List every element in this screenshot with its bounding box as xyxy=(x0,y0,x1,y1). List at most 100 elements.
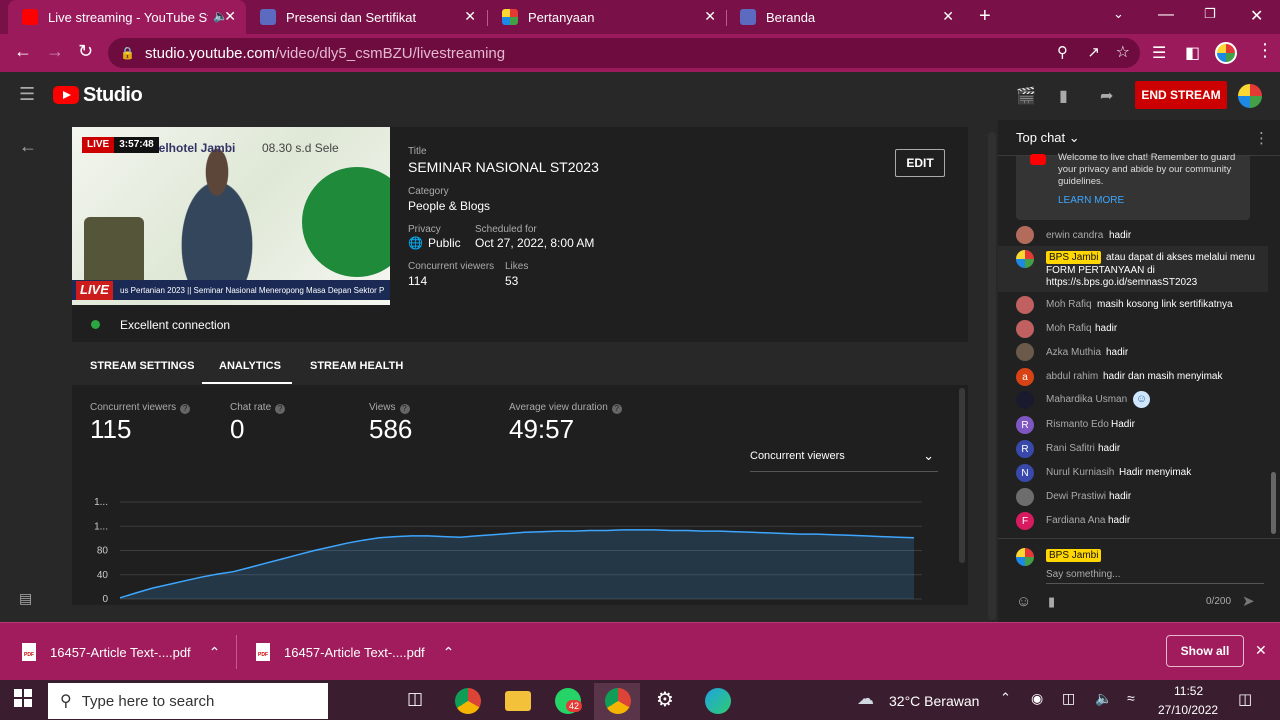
metric-select-dropdown[interactable]: Concurrent viewers ⌄ xyxy=(750,448,938,472)
tray-chevron-icon[interactable]: ⌃ xyxy=(1000,690,1011,706)
tab-stream-health[interactable]: STREAM HEALTH xyxy=(310,360,403,372)
bookmark-icon[interactable]: ▮ xyxy=(1059,86,1068,106)
url-input[interactable]: 🔒 studio.youtube.com/video/dly5_csmBZU/l… xyxy=(108,38,1140,68)
weather-cloud-icon[interactable]: ☁ xyxy=(857,689,874,709)
browser-tab-youtube-studio[interactable]: Live streaming - YouTube St... 🔈 ✕ xyxy=(8,0,246,34)
channel-avatar[interactable] xyxy=(1238,84,1262,108)
send-icon[interactable]: ➤ xyxy=(1242,592,1255,610)
feedback-icon[interactable]: ▤ xyxy=(19,590,32,607)
windows-start-icon[interactable] xyxy=(14,689,32,707)
minimize-icon[interactable]: — xyxy=(1158,6,1174,24)
help-icon[interactable]: ? xyxy=(180,404,191,414)
new-tab-button[interactable]: + xyxy=(979,5,991,28)
page-scrollbar[interactable] xyxy=(988,132,996,620)
edge-icon[interactable] xyxy=(705,688,731,714)
chat-message-input[interactable]: Say something... xyxy=(1046,569,1264,584)
browser-tab-beranda[interactable]: Beranda ✕ xyxy=(726,0,964,34)
avatar[interactable] xyxy=(1016,343,1034,361)
close-tab-icon[interactable]: ✕ xyxy=(224,8,236,25)
tray-record-icon[interactable]: ◉ xyxy=(1031,690,1043,707)
studio-wordmark[interactable]: Studio xyxy=(83,84,143,107)
volume-icon[interactable]: 🔈 xyxy=(1095,690,1112,707)
restore-icon[interactable]: ❐ xyxy=(1204,6,1216,22)
chat-more-icon[interactable]: ⋮ xyxy=(1254,129,1269,147)
chat-author[interactable]: Azka Muthia xyxy=(1046,347,1101,358)
analytics-scrollbar[interactable] xyxy=(959,388,965,563)
media-controls-icon[interactable]: ☰ xyxy=(1152,43,1166,63)
chat-scrollbar[interactable] xyxy=(1271,472,1276,534)
chat-author[interactable]: Nurul Kurniasih xyxy=(1046,467,1114,478)
weather-text[interactable]: 32°C Berawan xyxy=(889,693,979,709)
file-explorer-icon[interactable] xyxy=(505,691,531,711)
chrome-profile-icon[interactable] xyxy=(605,688,631,714)
chat-author[interactable]: Moh Rafiq xyxy=(1046,323,1092,334)
chrome-icon[interactable] xyxy=(455,688,481,714)
avatar[interactable]: N xyxy=(1016,464,1034,482)
video-preview[interactable]: Belhotel Jambi 08.30 s.d Sele xyxy=(72,127,390,305)
chevron-up-icon[interactable]: ⌃ xyxy=(209,644,221,661)
help-icon[interactable]: ? xyxy=(399,404,410,414)
profile-avatar[interactable] xyxy=(1215,42,1237,64)
share-icon[interactable]: ↗ xyxy=(1087,43,1100,61)
poll-icon[interactable]: ▮ xyxy=(1048,594,1055,610)
close-window-icon[interactable]: ✕ xyxy=(1250,6,1263,26)
avatar[interactable]: F xyxy=(1016,512,1034,530)
taskbar-search-input[interactable]: ⚲ Type here to search xyxy=(48,683,328,719)
tab-analytics[interactable]: ANALYTICS xyxy=(219,360,281,372)
chat-author[interactable]: Mahardika Usman xyxy=(1046,394,1127,405)
show-all-button[interactable]: Show all xyxy=(1166,635,1244,667)
bookmark-star-icon[interactable]: ☆ xyxy=(1116,42,1130,62)
avatar[interactable]: a xyxy=(1016,368,1034,386)
avatar[interactable] xyxy=(1016,320,1034,338)
browser-tab-pertanyaan[interactable]: Pertanyaan ✕ xyxy=(488,0,726,34)
wifi-icon[interactable]: ≈ xyxy=(1127,690,1135,706)
download-item[interactable]: PDF 16457-Article Text-....pdf ⌃ xyxy=(256,623,454,681)
settings-gear-icon[interactable]: ⚙ xyxy=(656,687,674,712)
side-panel-icon[interactable]: ◧ xyxy=(1185,43,1200,63)
reload-icon[interactable]: ↻ xyxy=(78,41,93,62)
close-shelf-icon[interactable]: ✕ xyxy=(1255,642,1267,659)
zoom-search-icon[interactable]: ⚲ xyxy=(1057,43,1068,61)
browser-tab-presensi[interactable]: Presensi dan Sertifikat ✕ xyxy=(246,0,486,34)
youtube-logo-icon[interactable] xyxy=(53,86,79,104)
task-view-icon[interactable]: ◫ xyxy=(407,689,423,709)
avatar[interactable] xyxy=(1016,488,1034,506)
notification-center-icon[interactable]: ◫ xyxy=(1238,690,1252,708)
close-tab-icon[interactable]: ✕ xyxy=(704,8,716,25)
emoji-icon[interactable]: ☺ xyxy=(1016,593,1031,610)
tab-search-chevron-icon[interactable]: ⌄ xyxy=(1113,6,1124,22)
avatar[interactable] xyxy=(1016,296,1034,314)
clapperboard-icon[interactable]: 🎬 xyxy=(1016,86,1036,106)
browser-menu-icon[interactable]: ⋮ xyxy=(1256,40,1274,61)
chat-author[interactable]: Fardiana Ana xyxy=(1046,515,1106,526)
chat-author[interactable]: Dewi Prastiwi xyxy=(1046,491,1106,502)
tab-stream-settings[interactable]: STREAM SETTINGS xyxy=(90,360,195,372)
hamburger-menu-icon[interactable]: ☰ xyxy=(19,84,35,105)
download-item[interactable]: PDF 16457-Article Text-....pdf ⌃ xyxy=(22,623,220,681)
share-arrow-icon[interactable]: ➦ xyxy=(1100,86,1113,106)
chat-author[interactable]: Rani Safitri xyxy=(1046,443,1095,454)
close-tab-icon[interactable]: ✕ xyxy=(942,8,954,25)
avatar[interactable] xyxy=(1016,391,1034,409)
help-icon[interactable]: ? xyxy=(275,404,286,414)
clock-time[interactable]: 11:52 xyxy=(1174,684,1203,698)
back-icon[interactable]: ← xyxy=(14,41,32,62)
lock-icon[interactable]: 🔒 xyxy=(120,46,135,60)
clock-date[interactable]: 27/10/2022 xyxy=(1158,703,1218,717)
end-stream-button[interactable]: END STREAM xyxy=(1135,81,1227,109)
forward-icon[interactable]: → xyxy=(46,41,64,62)
chat-author[interactable]: Moh Rafiq xyxy=(1046,299,1092,310)
avatar[interactable] xyxy=(1016,226,1034,244)
close-tab-icon[interactable]: ✕ xyxy=(464,8,476,25)
tray-meet-icon[interactable]: ◫ xyxy=(1062,690,1075,707)
help-icon[interactable]: ? xyxy=(611,404,622,414)
top-chat-dropdown[interactable]: Top chat ⌄ xyxy=(1016,130,1080,146)
avatar[interactable]: R xyxy=(1016,416,1034,434)
avatar[interactable] xyxy=(1016,250,1034,268)
learn-more-link[interactable]: LEARN MORE xyxy=(1058,195,1124,206)
back-arrow-icon[interactable]: ← xyxy=(19,136,37,157)
edit-button[interactable]: EDIT xyxy=(895,149,945,177)
avatar[interactable]: R xyxy=(1016,440,1034,458)
chevron-up-icon[interactable]: ⌃ xyxy=(443,644,455,661)
chat-author[interactable]: abdul rahim xyxy=(1046,371,1098,382)
